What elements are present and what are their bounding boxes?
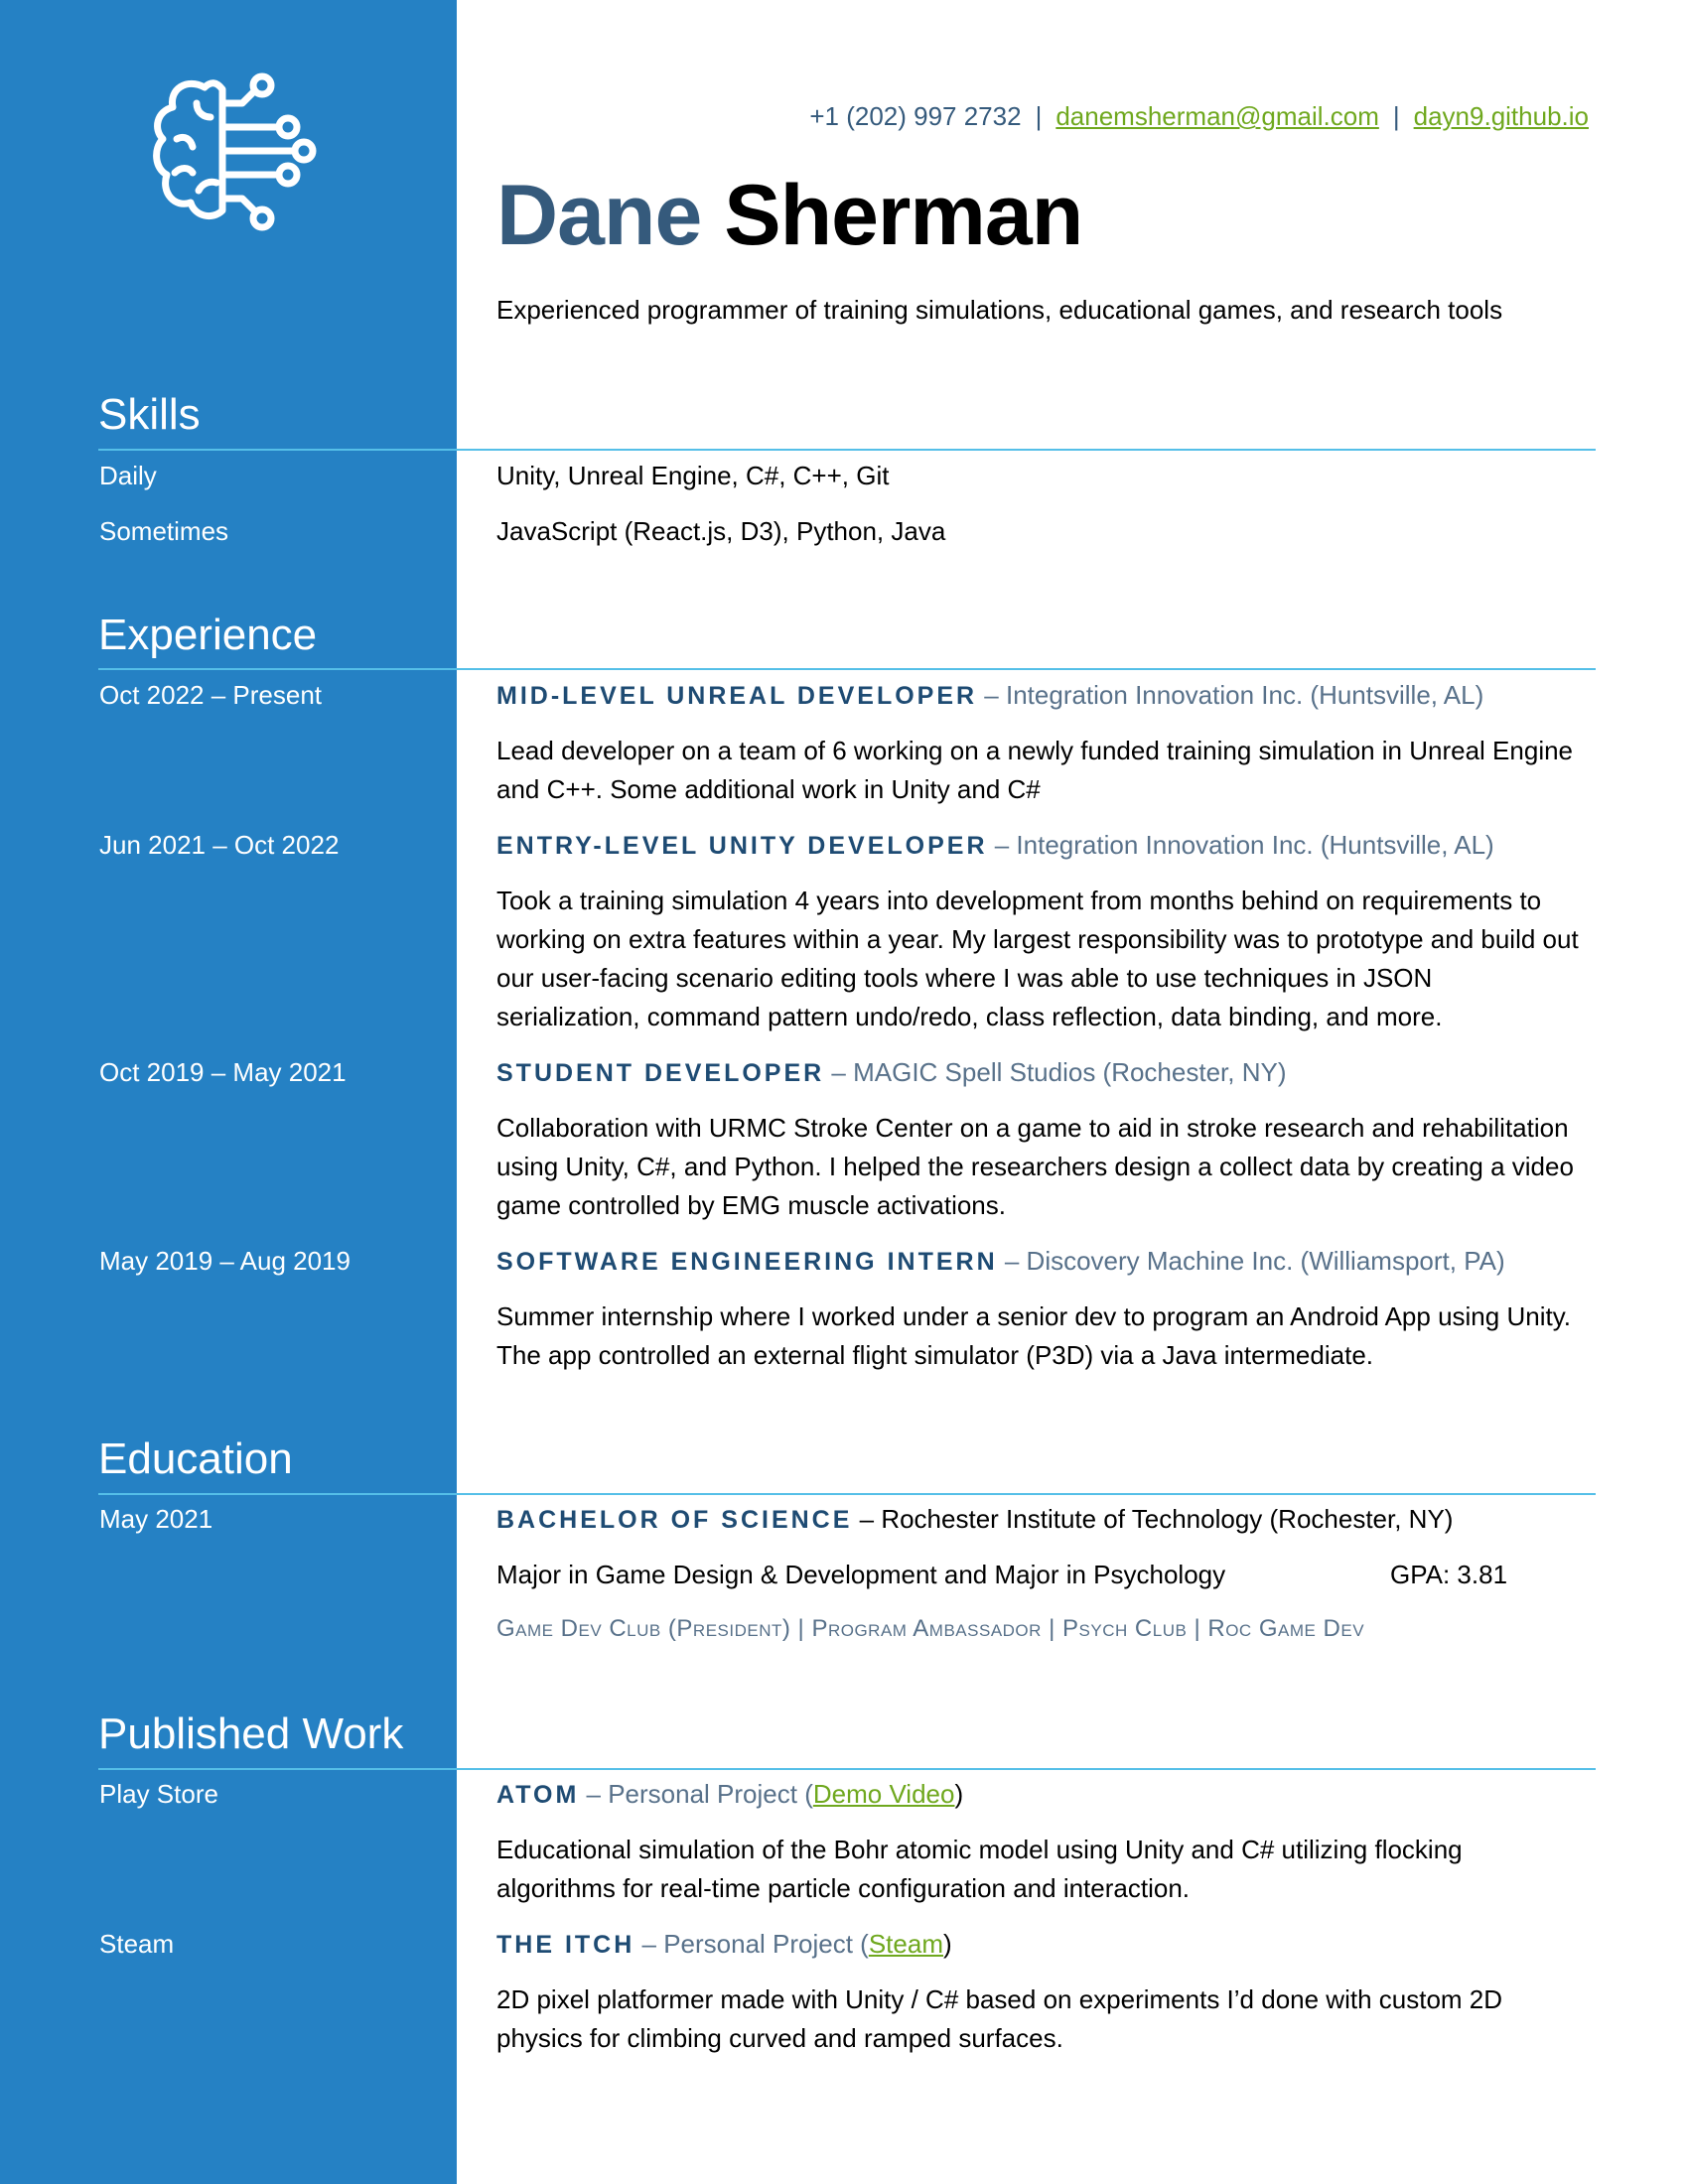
job-title: ENTRY-LEVEL UNITY DEVELOPER (496, 832, 988, 860)
contact-separator: | (1392, 101, 1400, 131)
clubs: Game Dev Club (President) | Program Amba… (496, 1615, 1365, 1642)
steam-link[interactable]: Steam (869, 1929, 943, 1959)
section-divider (98, 449, 1596, 451)
contact-line: +1 (202) 997 2732 | danemsherman@gmail.com… (809, 101, 1589, 132)
job-title: SOFTWARE ENGINEERING INTERN (496, 1248, 998, 1276)
job-title: MID-LEVEL UNREAL DEVELOPER (496, 682, 978, 710)
section-title-skills: Skills (98, 390, 201, 439)
sidebar (0, 0, 457, 2184)
job-org: – MAGIC Spell Studios (Rochester, NY) (824, 1057, 1287, 1087)
project-heading: THE ITCH – Personal Project (Steam) (496, 1929, 952, 1960)
project-description: 2D pixel platformer made with Unity / C#… (496, 1984, 1503, 2053)
project-org: – Personal Project ( (579, 1779, 813, 1809)
job-dates: Oct 2022 – Present (99, 680, 323, 710)
project-org-suffix: ) (954, 1779, 964, 1809)
phone-number: +1 (202) 997 2732 (809, 101, 1022, 131)
first-name: Dane (496, 168, 702, 263)
project-org-suffix: ) (943, 1929, 952, 1959)
section-divider (98, 668, 1596, 670)
demo-video-link[interactable]: Demo Video (813, 1779, 955, 1809)
skill-value: JavaScript (React.js, D3), Python, Java (496, 516, 946, 546)
job-heading: STUDENT DEVELOPER – MAGIC Spell Studios … (496, 1057, 1287, 1088)
skill-label: Daily (99, 461, 157, 490)
tagline: Experienced programmer of training simul… (496, 295, 1503, 325)
section-title-education: Education (98, 1434, 293, 1483)
project-description: Educational simulation of the Bohr atomi… (496, 1835, 1463, 1903)
job-dates: Jun 2021 – Oct 2022 (99, 830, 340, 860)
education-date: May 2021 (99, 1504, 213, 1534)
job-description: Took a training simulation 4 years into … (496, 886, 1579, 1031)
website-link[interactable]: dayn9.github.io (1414, 101, 1589, 131)
job-heading: SOFTWARE ENGINEERING INTERN – Discovery … (496, 1246, 1505, 1277)
project-title: ATOM (496, 1781, 580, 1809)
job-dates: Oct 2019 – May 2021 (99, 1057, 347, 1087)
degree-heading: BACHELOR OF SCIENCE – Rochester Institut… (496, 1504, 1453, 1535)
job-org: – Integration Innovation Inc. (Huntsvill… (987, 830, 1494, 860)
section-title-experience: Experience (98, 611, 318, 659)
job-heading: MID-LEVEL UNREAL DEVELOPER – Integration… (496, 680, 1483, 711)
project-heading: ATOM – Personal Project (Demo Video) (496, 1779, 963, 1810)
project-title: THE ITCH (496, 1931, 635, 1959)
email-link[interactable]: danemsherman@gmail.com (1055, 101, 1379, 131)
section-title-published-work: Published Work (98, 1709, 404, 1758)
job-org: – Integration Innovation Inc. (Huntsvill… (977, 680, 1484, 710)
job-title: STUDENT DEVELOPER (496, 1059, 825, 1087)
job-heading: ENTRY-LEVEL UNITY DEVELOPER – Integratio… (496, 830, 1494, 861)
section-divider (98, 1493, 1596, 1495)
gpa: GPA: 3.81 (1390, 1560, 1508, 1589)
school-name: – Rochester Institute of Technology (Roc… (852, 1504, 1454, 1534)
degree-title: BACHELOR OF SCIENCE (496, 1506, 853, 1534)
last-name: Sherman (724, 168, 1083, 263)
skill-value: Unity, Unreal Engine, C#, C++, Git (496, 461, 890, 490)
project-org: – Personal Project ( (634, 1929, 869, 1959)
job-description: Summer internship where I worked under a… (496, 1301, 1571, 1370)
section-divider (98, 1768, 1596, 1770)
skill-label: Sometimes (99, 516, 229, 546)
job-org: – Discovery Machine Inc. (Williamsport, … (997, 1246, 1505, 1276)
published-label: Steam (99, 1929, 175, 1959)
majors: Major in Game Design & Development and M… (496, 1560, 1226, 1589)
brain-circuit-icon (153, 72, 317, 231)
job-description: Collaboration with URMC Stroke Center on… (496, 1113, 1574, 1220)
contact-separator: | (1035, 101, 1043, 131)
published-label: Play Store (99, 1779, 218, 1809)
page-title: Dane Sherman (496, 167, 1083, 265)
job-dates: May 2019 – Aug 2019 (99, 1246, 351, 1276)
job-description: Lead developer on a team of 6 working on… (496, 736, 1574, 804)
